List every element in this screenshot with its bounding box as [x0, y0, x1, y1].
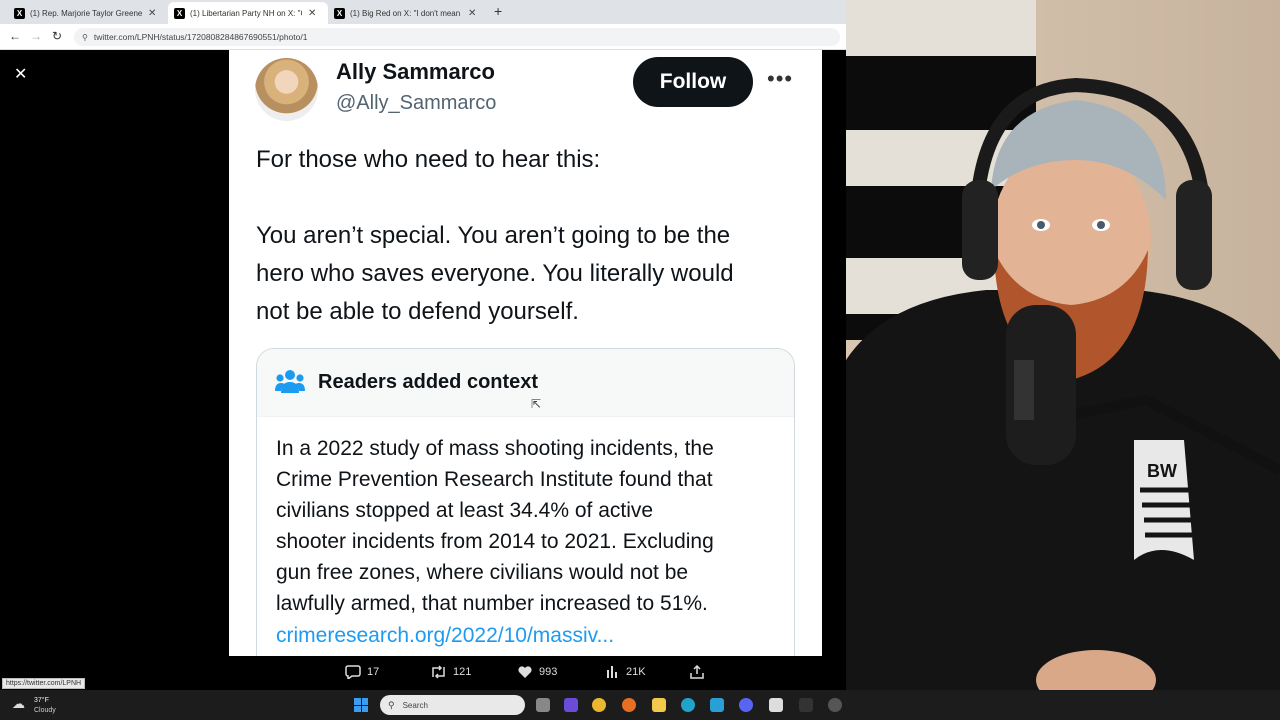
x-logo-icon: X: [174, 7, 185, 19]
cloudy-weather-icon[interactable]: ☁: [12, 696, 25, 712]
search-icon: ⚲: [388, 699, 395, 710]
file-explorer-icon[interactable]: [652, 698, 666, 712]
mouse-cursor-icon: ⇱: [531, 397, 542, 411]
context-header: Readers added context: [257, 349, 794, 417]
tweet-text-line: not be able to defend yourself.: [256, 298, 579, 325]
tab-title: (1) Libertarian Party NH on X: "C: [190, 8, 302, 18]
share-icon: [690, 665, 704, 679]
author-name: Ally Sammarco: [336, 59, 495, 84]
browser-toolbar: ← → ↻ ⚲ twitter.com/LPNH/status/17208082…: [0, 24, 846, 50]
context-text-line: Crime Prevention Research Institute foun…: [276, 468, 713, 491]
reply-button[interactable]: 17: [345, 665, 379, 679]
context-title: Readers added context: [318, 371, 539, 393]
browser-tab-active[interactable]: X (1) Libertarian Party NH on X: "C ✕: [168, 2, 328, 24]
tweet-action-bar: 17 121 993 21K: [229, 661, 822, 687]
context-text-line: gun free zones, where civilians would no…: [276, 561, 689, 584]
close-tab-icon[interactable]: ✕: [148, 8, 156, 19]
firefox-icon[interactable]: [622, 698, 636, 712]
tweet-text-line: For those who need to hear this:: [256, 146, 601, 173]
dell-icon[interactable]: [828, 698, 842, 712]
url-text: twitter.com/LPNH/status/1720808284867690…: [93, 32, 308, 42]
forward-arrow-icon[interactable]: →: [30, 29, 42, 43]
repost-button[interactable]: 121: [430, 665, 471, 679]
reload-icon[interactable]: ↻: [52, 29, 62, 43]
views-count: 21K: [626, 666, 646, 678]
taskbar-search[interactable]: ⚲ Search: [380, 695, 525, 715]
author-handle: @Ally_Sammarco: [336, 92, 497, 114]
browser-tab[interactable]: X (1) Big Red on X: "I don't mean t ✕: [328, 2, 488, 24]
context-text-line: civilians stopped at least 34.4% of acti…: [276, 499, 654, 522]
tweet-text-line: hero who saves everyone. You literally w…: [256, 260, 734, 287]
avatar: [255, 58, 318, 121]
more-options-icon: •••: [767, 66, 794, 91]
status-bar-url: https://twitter.com/LPNH: [2, 678, 86, 689]
edge-icon[interactable]: [681, 698, 695, 712]
photo-viewer: ✕ Ally Sammarco @Ally_Sammarco Follow ••…: [0, 50, 846, 720]
task-view-icon[interactable]: [536, 698, 550, 712]
screen: X (1) Rep. Marjorie Taylor Greene ✕ X (1…: [0, 0, 1280, 720]
close-icon[interactable]: ✕: [14, 64, 27, 84]
x-logo-icon: X: [14, 7, 25, 19]
chat-app-icon[interactable]: [564, 698, 578, 712]
discord-icon[interactable]: [739, 698, 753, 712]
people-icon: [275, 370, 305, 393]
browser-tab[interactable]: X (1) Rep. Marjorie Taylor Greene ✕: [8, 2, 168, 24]
address-bar[interactable]: ⚲ twitter.com/LPNH/status/17208082848676…: [74, 28, 840, 46]
shirt-logo-text: BW: [1147, 461, 1177, 481]
tweet-screenshot-image: Ally Sammarco @Ally_Sammarco Follow ••• …: [229, 50, 822, 656]
heart-icon: [518, 666, 532, 678]
share-button[interactable]: [690, 665, 710, 679]
readers-context-box: Readers added context In a 2022 study of…: [256, 348, 795, 656]
context-text-line: lawfully armed, that number increased to…: [276, 592, 708, 615]
context-text-line: In a 2022 study of mass shooting inciden…: [276, 437, 714, 460]
like-button[interactable]: 993: [517, 665, 557, 679]
repost-icon: [432, 665, 445, 679]
weather-temperature[interactable]: 37°F: [34, 697, 49, 704]
adobe-icon[interactable]: [799, 698, 813, 712]
views-button[interactable]: 21K: [606, 665, 646, 679]
close-tab-icon[interactable]: ✕: [308, 8, 316, 19]
reply-count: 17: [367, 666, 380, 678]
browser-tab-bar: X (1) Rep. Marjorie Taylor Greene ✕ X (1…: [0, 0, 846, 24]
search-placeholder: Search: [402, 700, 428, 710]
context-text-line: shooter incidents from 2014 to 2021. Exc…: [276, 530, 714, 553]
tab-title: (1) Big Red on X: "I don't mean t: [350, 8, 462, 18]
chrome-icon[interactable]: [592, 698, 606, 712]
back-arrow-icon[interactable]: ←: [9, 29, 21, 43]
site-info-icon[interactable]: ⚲: [82, 33, 88, 42]
tweet-text-line: You aren’t special. You aren’t going to …: [256, 222, 731, 249]
start-windows-icon[interactable]: [354, 698, 368, 712]
windows-taskbar: ☁ 37°F Cloudy ⚲ Search: [0, 690, 1280, 720]
close-tab-icon[interactable]: ✕: [468, 8, 476, 19]
x-logo-icon: X: [334, 7, 345, 19]
calculator-icon[interactable]: [769, 698, 783, 712]
follow-button: Follow: [633, 57, 753, 107]
context-source-link: crimeresearch.org/2022/10/massiv...: [276, 624, 615, 647]
views-chart-icon: [607, 666, 617, 678]
tab-title: (1) Rep. Marjorie Taylor Greene: [30, 8, 142, 18]
new-tab-button[interactable]: +: [494, 3, 502, 19]
like-count: 993: [539, 666, 558, 678]
weather-condition[interactable]: Cloudy: [34, 707, 56, 714]
webcam-feed: BW: [846, 0, 1280, 690]
streamer-person: BW: [846, 77, 1280, 690]
reply-icon: [345, 665, 361, 679]
store-icon[interactable]: [710, 698, 724, 712]
repost-count: 121: [453, 666, 472, 678]
